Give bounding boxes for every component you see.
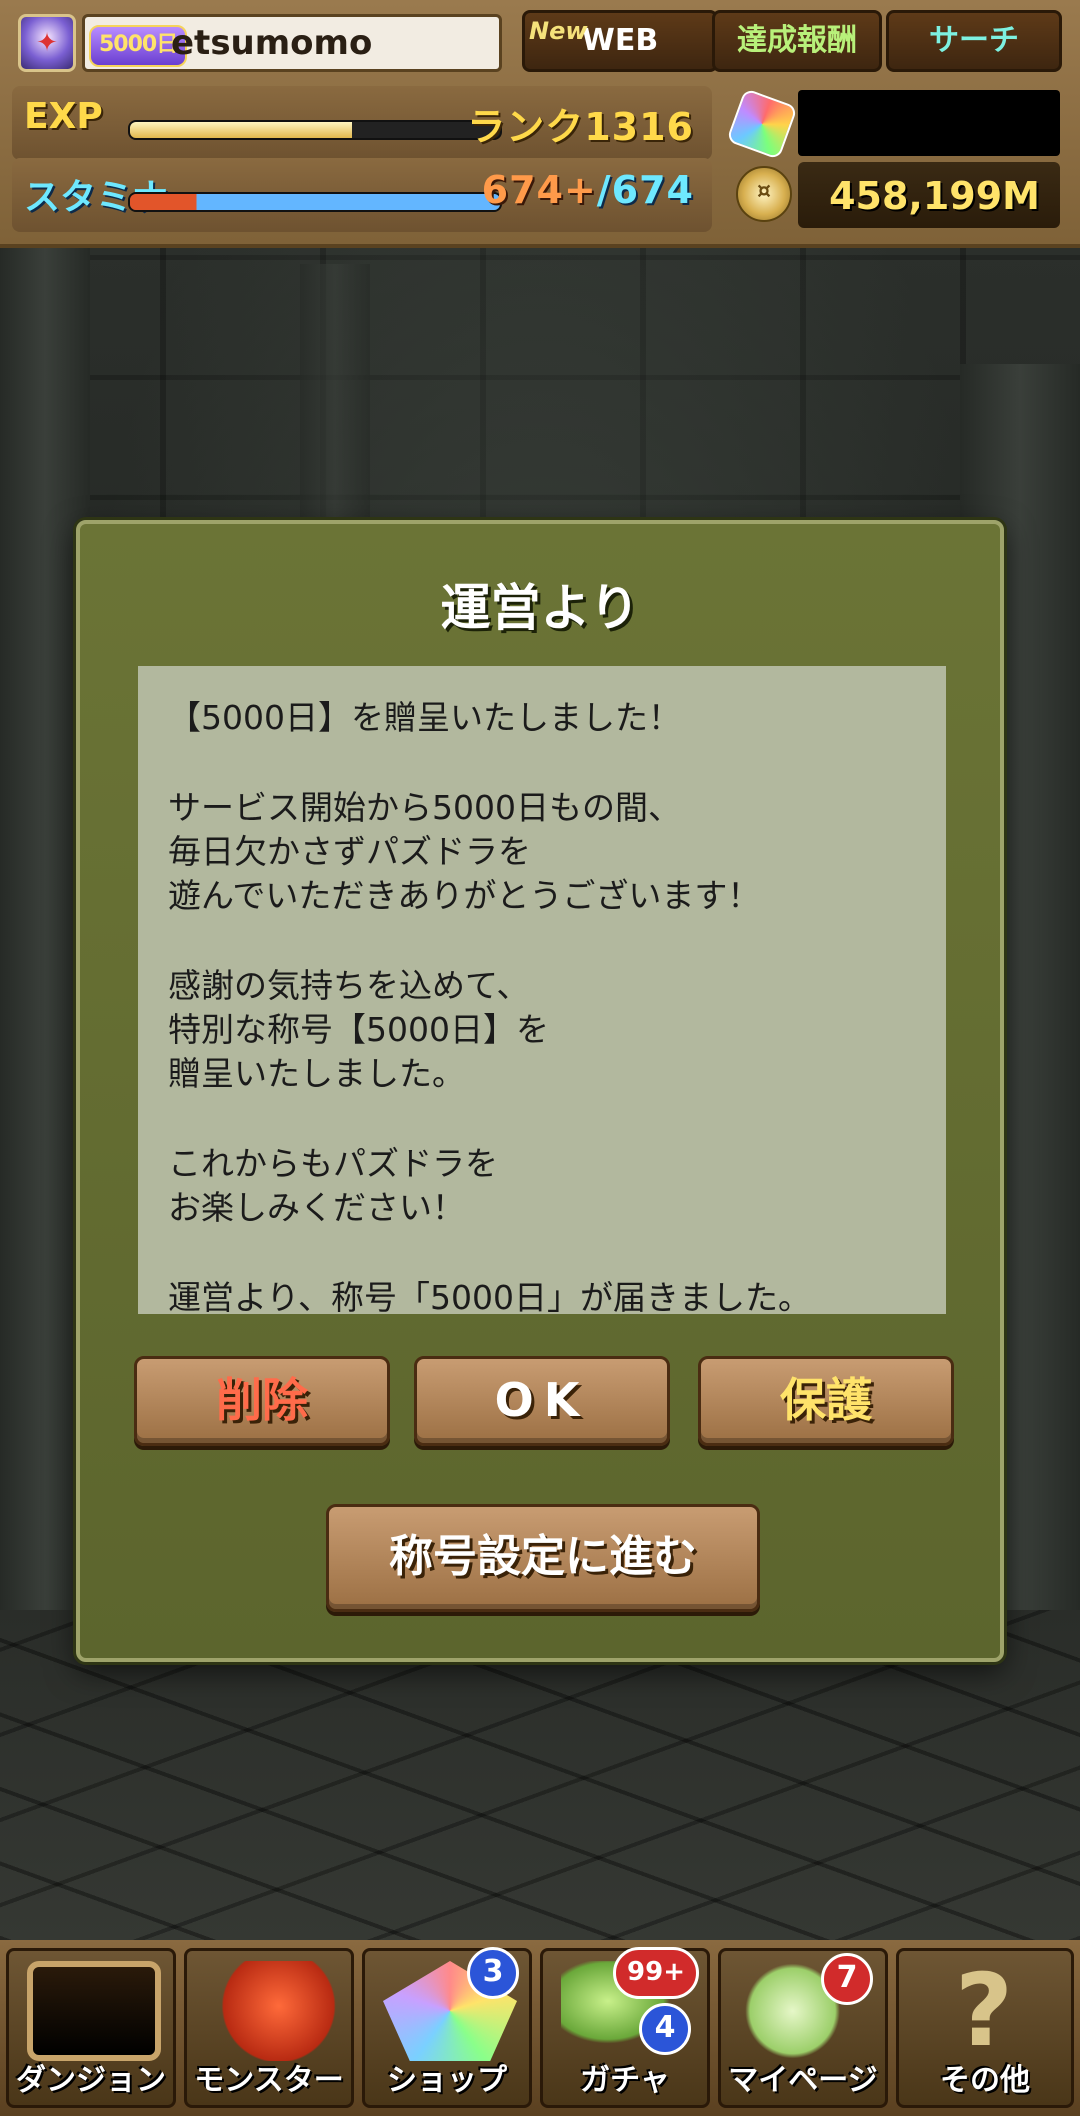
username: etsumomo — [171, 23, 373, 63]
nav-other[interactable]: ? その他 — [896, 1948, 1074, 2108]
rank-value: ランク1316 — [467, 105, 694, 149]
coin-value: 458,199M — [829, 174, 1040, 218]
nav-mypage[interactable]: 7 マイページ — [718, 1948, 888, 2108]
message-line: サービス開始から5000日もの間、 毎日欠かさずパズドラを 遊んでいただきありが… — [168, 788, 761, 915]
message-line: 運営より、称号「5000日」が届きました。 — [168, 1278, 812, 1317]
title-settings-button[interactable]: 称号設定に進む — [326, 1504, 760, 1612]
delete-button[interactable]: 削除 — [134, 1356, 390, 1446]
nav-label: ダンジョン — [16, 2063, 166, 2098]
message-line: 感謝の気持ちを込めて、 特別な称号【5000日】を 贈呈いたしました。 — [168, 966, 549, 1093]
web-button[interactable]: New WEB — [522, 10, 718, 72]
nav-monster[interactable]: モンスター — [184, 1948, 354, 2108]
gacha-badge-bottom: 4 — [639, 2003, 691, 2055]
web-label: WEB — [581, 23, 659, 58]
dungeon-gate-icon — [27, 1961, 161, 2061]
bottom-nav: ダンジョン モンスター 3 ショップ 99+ 4 ガチャ 7 マイページ ? そ… — [0, 1940, 1080, 2116]
message-dialog: 運営より 【5000日】を贈呈いたしました！ サービス開始から5000日もの間、… — [76, 520, 1004, 1662]
message-line: これからもパズドラを お楽しみください！ — [168, 1144, 498, 1227]
search-button[interactable]: サーチ — [886, 10, 1062, 72]
nav-label: ショップ — [387, 2063, 507, 2098]
question-mark-icon: ? — [954, 1952, 1013, 2069]
nav-dungeon[interactable]: ダンジョン — [6, 1948, 176, 2108]
dialog-title: 運営より — [440, 579, 640, 637]
coin-icon: ¤ — [736, 166, 792, 222]
new-tag: New — [529, 17, 588, 45]
status-panel: ✦ 5000日 etsumomo New WEB 達成報酬 サーチ EXP ラン… — [0, 0, 1080, 248]
nav-label: その他 — [940, 2063, 1030, 2098]
exp-bar — [128, 120, 502, 140]
message-body: 【5000日】を贈呈いたしました！ サービス開始から5000日もの間、 毎日欠か… — [138, 666, 946, 1317]
stamina-panel: スタミナ 674+/674 — [12, 158, 712, 232]
magic-stone-count-redacted — [798, 90, 1060, 156]
stamina-bar — [128, 192, 502, 212]
magic-stone-icon — [726, 88, 798, 160]
nav-shop[interactable]: 3 ショップ — [362, 1947, 532, 2108]
dragon-icon — [205, 1961, 339, 2061]
nav-label: マイページ — [728, 2063, 878, 2098]
exp-panel: EXP ランク1316 — [12, 86, 712, 160]
nav-label: モンスター — [194, 2063, 344, 2098]
player-name-bar: 5000日 etsumomo — [82, 14, 502, 72]
leader-avatar[interactable]: ✦ — [18, 14, 76, 72]
shop-count-badge: 3 — [467, 1947, 519, 1999]
ok-button[interactable]: OK — [414, 1356, 670, 1446]
protect-button[interactable]: 保護 — [698, 1356, 954, 1446]
mypage-count-badge: 7 — [821, 1953, 873, 2005]
exp-label: EXP — [24, 96, 103, 137]
message-line: 【5000日】を贈呈いたしました！ — [168, 698, 681, 737]
gacha-badge-top: 99+ — [613, 1947, 699, 1999]
coin-panel: 458,199M — [798, 162, 1060, 228]
stamina-value: 674+/674 — [481, 168, 694, 212]
nav-label: ガチャ — [580, 2063, 670, 2098]
nav-gacha[interactable]: 99+ 4 ガチャ — [540, 1947, 710, 2108]
achievements-button[interactable]: 達成報酬 — [712, 10, 882, 72]
